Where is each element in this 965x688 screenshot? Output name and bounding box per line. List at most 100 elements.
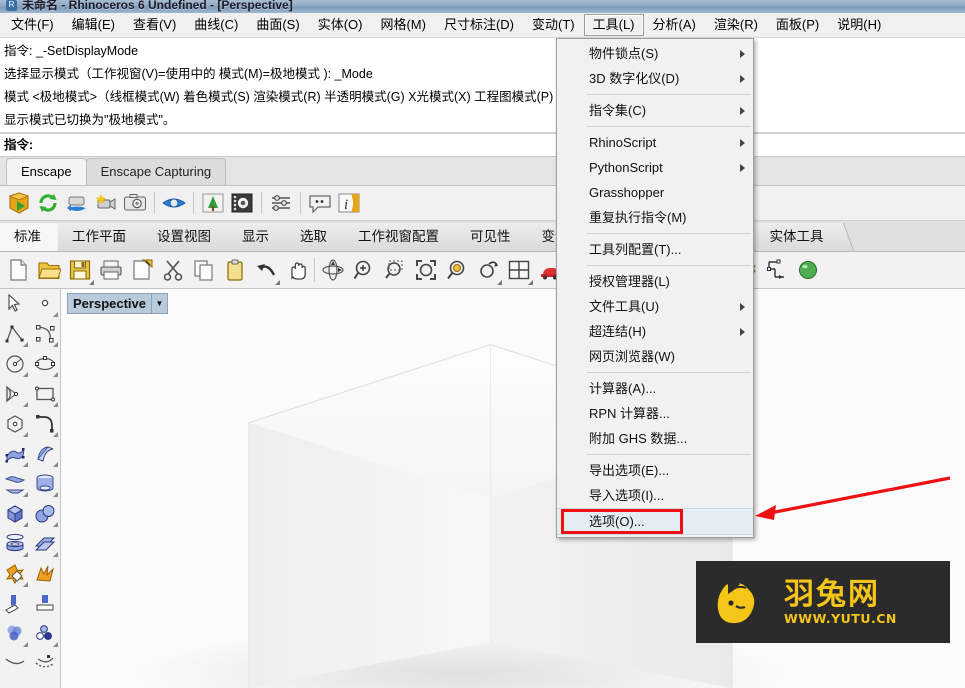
menu-item-file-tools[interactable]: 文件工具(U): [557, 294, 753, 319]
menu-file[interactable]: 文件(F): [2, 14, 63, 36]
menu-tools[interactable]: 工具(L): [583, 14, 644, 36]
tab-select[interactable]: 选取: [286, 223, 344, 251]
pan-icon[interactable]: [281, 255, 312, 286]
menu-item-pythonscript[interactable]: PythonScript: [557, 155, 753, 180]
menu-item-import-options[interactable]: 导入选项(I)...: [557, 483, 753, 508]
circle-icon[interactable]: [0, 349, 30, 379]
export-selected-icon[interactable]: [126, 255, 157, 286]
tab-viewport-layout[interactable]: 工作视窗配置: [344, 223, 456, 251]
split-icon[interactable]: [30, 589, 60, 619]
planar-surface-icon[interactable]: [30, 529, 60, 559]
ellipse-icon[interactable]: [30, 349, 60, 379]
zoom-target-icon[interactable]: [441, 255, 472, 286]
menu-item-calculator[interactable]: 计算器(A)...: [557, 376, 753, 401]
menu-dimension[interactable]: 尺寸标注(D): [435, 14, 523, 36]
menu-item-rpn-calculator[interactable]: RPN 计算器...: [557, 401, 753, 426]
enscape-video-icon[interactable]: [93, 190, 119, 216]
trim-icon[interactable]: [0, 589, 30, 619]
box-icon[interactable]: [0, 499, 30, 529]
save-file-icon[interactable]: [64, 255, 95, 286]
dimension-icon[interactable]: [761, 255, 792, 286]
menu-curve[interactable]: 曲线(C): [185, 14, 247, 36]
zoom-selected-icon[interactable]: [379, 255, 410, 286]
print-icon[interactable]: [95, 255, 126, 286]
menu-item-attach-ghs-data[interactable]: 附加 GHS 数据...: [557, 426, 753, 451]
zoom-dynamic-icon[interactable]: [472, 255, 503, 286]
new-file-icon[interactable]: [2, 255, 33, 286]
rectangle-icon[interactable]: [30, 379, 60, 409]
enscape-settings-icon[interactable]: [268, 190, 294, 216]
polygon-icon[interactable]: [0, 409, 30, 439]
tab-enscape-capturing[interactable]: Enscape Capturing: [85, 158, 227, 185]
arc-icon[interactable]: [0, 379, 30, 409]
menu-item-export-options[interactable]: 导出选项(E)...: [557, 458, 753, 483]
menu-item-license-manager[interactable]: 授权管理器(L): [557, 269, 753, 294]
undo-icon[interactable]: [250, 255, 281, 286]
menu-transform[interactable]: 变动(T): [523, 14, 584, 36]
explode-icon[interactable]: [30, 559, 60, 589]
surface-from-points-icon[interactable]: [0, 439, 30, 469]
fillet-curve-icon[interactable]: [0, 649, 30, 679]
menu-item-3d-digitizer[interactable]: 3D 数字化仪(D): [557, 66, 753, 91]
enscape-view-icon[interactable]: [161, 190, 187, 216]
viewport-layout-icon[interactable]: [503, 255, 534, 286]
paste-icon[interactable]: [219, 255, 250, 286]
tab-set-view[interactable]: 设置视图: [143, 223, 228, 251]
command-prompt[interactable]: 指令:: [0, 133, 965, 157]
menu-panels[interactable]: 面板(P): [767, 14, 828, 36]
cylinder-icon[interactable]: [0, 529, 30, 559]
polyline-icon[interactable]: [0, 319, 30, 349]
enscape-upload-icon[interactable]: [64, 190, 90, 216]
zoom-window-icon[interactable]: [348, 255, 379, 286]
tab-standard[interactable]: 标准: [0, 223, 58, 251]
menu-item-hyperlink[interactable]: 超连结(H): [557, 319, 753, 344]
menu-item-osnap[interactable]: 物件锁点(S): [557, 41, 753, 66]
select-arrow-icon[interactable]: [0, 289, 30, 319]
menu-analyze[interactable]: 分析(A): [644, 14, 705, 36]
menu-solid[interactable]: 实体(O): [309, 14, 372, 36]
sphere-icon[interactable]: [30, 499, 60, 529]
enscape-asset-library-icon[interactable]: [200, 190, 226, 216]
menu-bar[interactable]: 文件(F) 编辑(E) 查看(V) 曲线(C) 曲面(S) 实体(O) 网格(M…: [0, 13, 965, 38]
control-point-curve-icon[interactable]: [30, 319, 60, 349]
menu-help[interactable]: 说明(H): [828, 14, 890, 36]
intersect-icon[interactable]: [30, 619, 60, 649]
enscape-feedback-icon[interactable]: [307, 190, 333, 216]
blend-icon[interactable]: [0, 619, 30, 649]
menu-item-grasshopper[interactable]: Grasshopper: [557, 180, 753, 205]
green-sphere-icon[interactable]: [792, 255, 823, 286]
menu-item-web-browser[interactable]: 网页浏览器(W): [557, 344, 753, 369]
boolean-union-icon[interactable]: [0, 559, 30, 589]
extrude-surface-icon[interactable]: [30, 439, 60, 469]
tab-visibility[interactable]: 可见性: [456, 223, 528, 251]
menu-surface[interactable]: 曲面(S): [247, 14, 308, 36]
open-file-icon[interactable]: [33, 255, 64, 286]
rotate-view-icon[interactable]: [317, 255, 348, 286]
tools-menu-dropdown[interactable]: 物件锁点(S) 3D 数字化仪(D) 指令集(C) RhinoScript Py…: [556, 38, 754, 538]
menu-item-repeat-command[interactable]: 重复执行指令(M): [557, 205, 753, 230]
loft-surface-icon[interactable]: [0, 469, 30, 499]
point-icon[interactable]: [30, 289, 60, 319]
enscape-about-icon[interactable]: i: [336, 190, 362, 216]
menu-item-toolbar-layout[interactable]: 工具列配置(T)...: [557, 237, 753, 262]
revolve-surface-icon[interactable]: [30, 469, 60, 499]
chevron-down-icon[interactable]: ▼: [151, 294, 167, 313]
enscape-batch-render-icon[interactable]: [229, 190, 255, 216]
enscape-screenshot-icon[interactable]: [122, 190, 148, 216]
tab-display[interactable]: 显示: [228, 223, 286, 251]
tab-cplane[interactable]: 工作平面: [58, 223, 143, 251]
menu-render[interactable]: 渲染(R): [705, 14, 767, 36]
offset-icon[interactable]: [30, 649, 60, 679]
copy-icon[interactable]: [188, 255, 219, 286]
zoom-extents-icon[interactable]: [410, 255, 441, 286]
viewport-title-bar[interactable]: Perspective ▼: [67, 293, 168, 314]
menu-item-command-sets[interactable]: 指令集(C): [557, 98, 753, 123]
menu-item-rhinoscript[interactable]: RhinoScript: [557, 130, 753, 155]
menu-edit[interactable]: 编辑(E): [63, 14, 124, 36]
curve-fillet-icon[interactable]: [30, 409, 60, 439]
tab-enscape[interactable]: Enscape: [6, 158, 87, 185]
menu-view[interactable]: 查看(V): [124, 14, 185, 36]
enscape-start-icon[interactable]: [6, 190, 32, 216]
tab-solid-tools[interactable]: 实体工具: [755, 223, 841, 251]
perspective-viewport[interactable]: Perspective ▼ 羽兔网 WWW.YUTU.CN: [61, 289, 965, 688]
